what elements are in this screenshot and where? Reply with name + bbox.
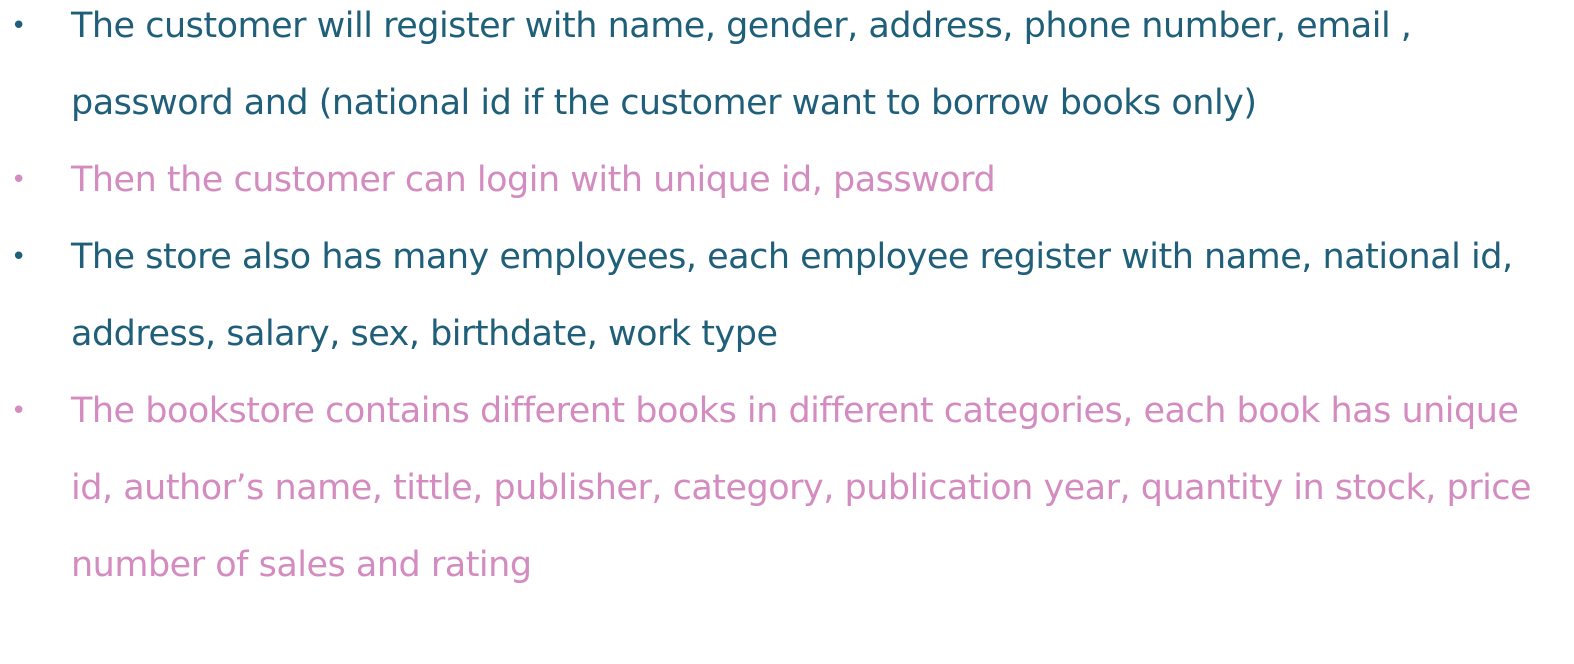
bullet-item-employees: • The store also has many employees, eac… [0,219,1574,373]
bullet-text: The bookstore contains different books i… [71,391,1532,585]
bullet-icon: • [11,165,26,195]
bullet-icon: • [11,242,26,272]
bullet-text: The store also has many employees, each … [71,237,1513,354]
bullet-text: The customer will register with name, ge… [71,6,1412,123]
bullet-text: Then the customer can login with unique … [71,160,996,200]
bullet-icon: • [11,11,26,41]
bullet-icon: • [11,396,26,426]
bullet-item-customer-login: • Then the customer can login with uniqu… [0,142,1574,219]
bullet-item-books: • The bookstore contains different books… [0,373,1574,604]
slide: • The customer will register with name, … [0,0,1574,664]
bullet-item-customer-registration: • The customer will register with name, … [0,0,1574,142]
requirements-list: • The customer will register with name, … [0,0,1574,604]
